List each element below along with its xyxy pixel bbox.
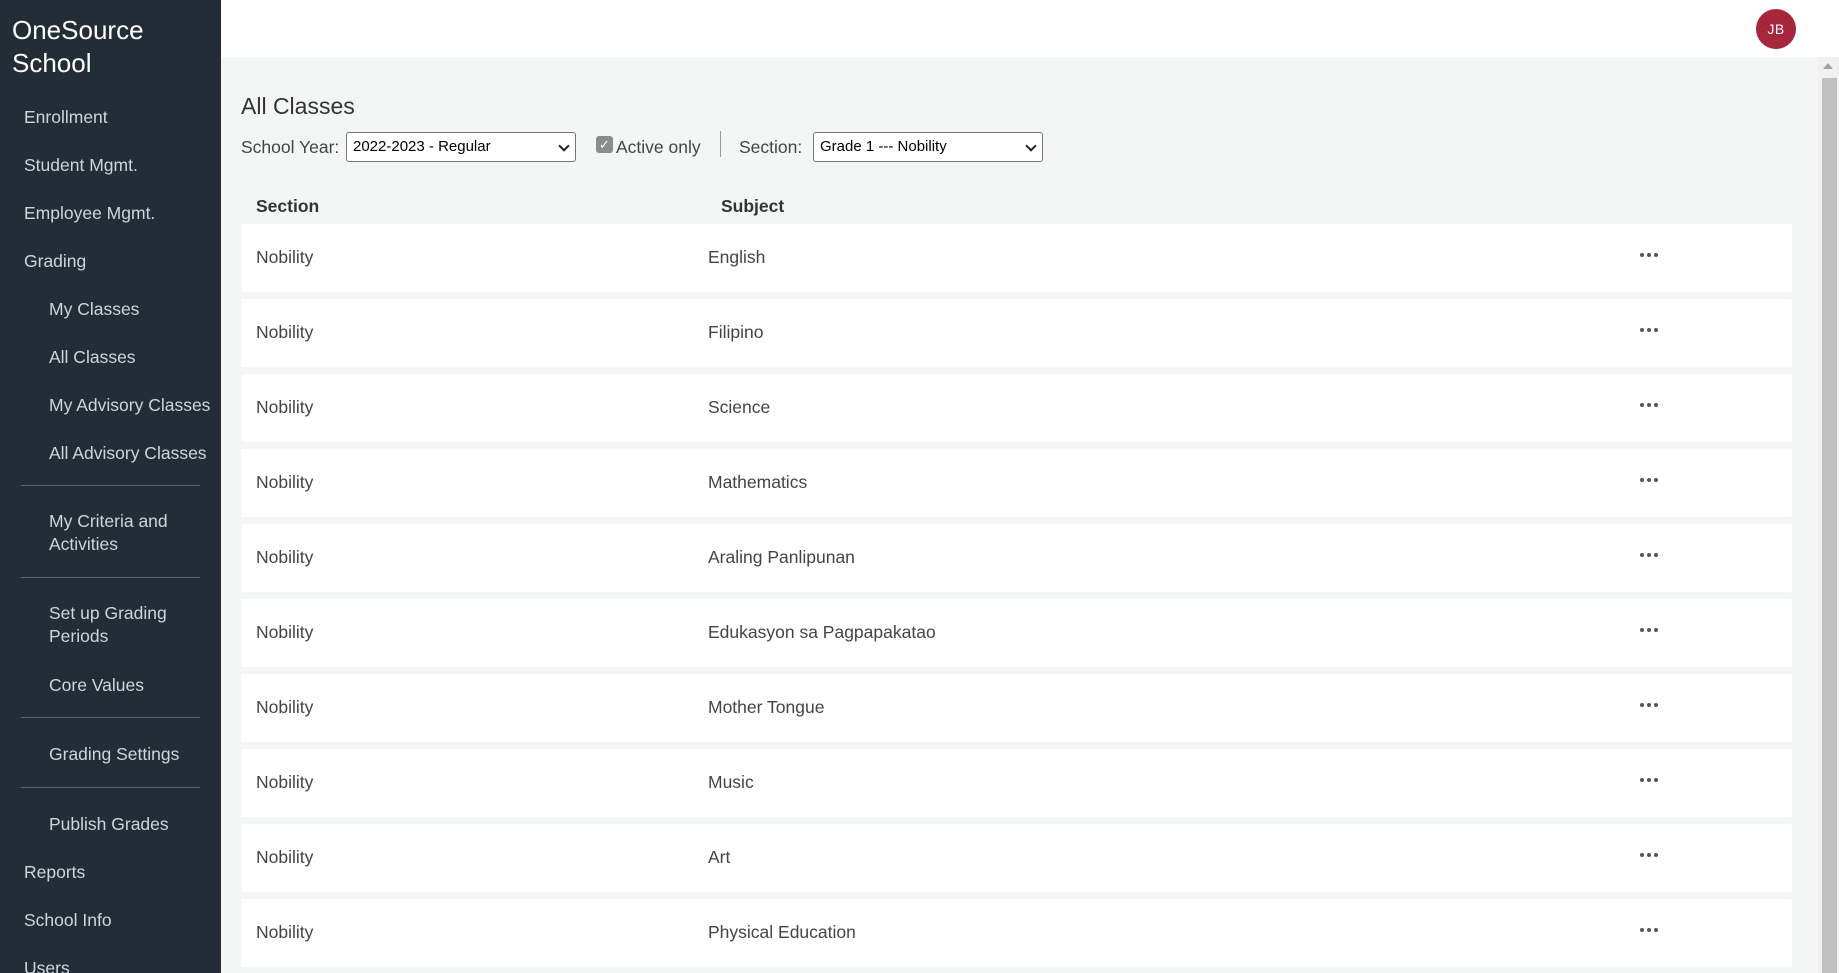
more-horizontal-icon[interactable] [1640,778,1658,782]
sidebar-divider [21,577,200,578]
subject-cell: Mother Tongue [708,697,825,717]
scrollbar-thumb[interactable] [1822,78,1837,973]
sidebar-item-all-classes[interactable]: All Classes [49,346,136,368]
sidebar-divider [21,787,200,788]
page-title: All Classes [241,93,355,119]
section-cell: Nobility [256,847,314,867]
more-horizontal-icon[interactable] [1640,478,1658,482]
sidebar: OneSource School Enrollment Student Mgmt… [0,0,221,973]
more-horizontal-icon[interactable] [1640,253,1658,257]
school-year-select-value: 2022-2023 - Regular [353,138,491,155]
more-horizontal-icon[interactable] [1640,703,1658,707]
section-label: Section: [739,137,803,157]
active-only-label[interactable]: Active only [616,136,701,158]
subject-cell: Filipino [708,322,764,342]
more-horizontal-icon[interactable] [1640,928,1658,932]
section-cell: Nobility [256,397,314,417]
sidebar-item-enrollment[interactable]: Enrollment [24,106,108,128]
section-cell: Nobility [256,322,314,342]
sidebar-divider [21,717,200,718]
sidebar-item-my-classes[interactable]: My Classes [49,298,139,320]
section-select[interactable]: Grade 1 --- Nobility [813,132,1043,162]
sidebar-item-reports[interactable]: Reports [24,861,85,883]
sidebar-item-my-advisory-classes[interactable]: My Advisory Classes [49,394,210,416]
sidebar-item-all-advisory-classes[interactable]: All Advisory Classes [49,442,207,464]
more-horizontal-icon[interactable] [1640,853,1658,857]
section-cell: Nobility [256,547,314,567]
subject-cell: Art [708,847,731,867]
more-horizontal-icon[interactable] [1640,328,1658,332]
chevron-down-icon [558,140,570,152]
column-header-subject[interactable]: Subject [721,196,784,217]
sidebar-item-school-info[interactable]: School Info [24,909,112,931]
sidebar-item-core-values[interactable]: Core Values [49,674,144,696]
sidebar-item-student-mgmt[interactable]: Student Mgmt. [24,154,138,176]
section-cell: Nobility [256,472,314,492]
table-row[interactable]: Nobility Edukasyon sa Pagpapakatao [241,599,1792,667]
sidebar-divider [21,485,200,486]
subject-cell: Mathematics [708,472,808,492]
sidebar-item-employee-mgmt[interactable]: Employee Mgmt. [24,202,155,224]
section-cell: Nobility [256,772,314,792]
table-row[interactable]: Nobility Filipino [241,299,1792,367]
section-cell: Nobility [256,922,314,942]
section-cell: Nobility [256,697,314,717]
school-year-label: School Year: [241,137,340,157]
sidebar-item-my-criteria[interactable]: My Criteria and Activities [49,510,209,556]
section-cell: Nobility [256,247,314,267]
table-row[interactable]: Nobility Science [241,374,1792,442]
table-row[interactable]: Nobility Physical Education [241,899,1792,967]
school-year-select[interactable]: 2022-2023 - Regular [346,132,576,162]
user-avatar[interactable]: JB [1756,9,1796,49]
active-only-checkbox[interactable]: ✓ [596,136,613,153]
subject-cell: English [708,247,766,267]
column-header-section[interactable]: Section [256,196,319,217]
more-horizontal-icon[interactable] [1640,553,1658,557]
table-row[interactable]: Nobility Art [241,824,1792,892]
sidebar-item-grading[interactable]: Grading [24,250,86,272]
table-row[interactable]: Nobility Music [241,749,1792,817]
subject-cell: Araling Panlipunan [708,547,855,567]
section-cell: Nobility [256,622,314,642]
chevron-down-icon [1025,140,1037,152]
sidebar-item-grading-periods[interactable]: Set up Grading Periods [49,602,209,648]
scroll-up-icon[interactable] [1823,63,1833,69]
table-row[interactable]: Nobility Araling Panlipunan [241,524,1792,592]
sidebar-item-grading-settings[interactable]: Grading Settings [49,743,179,765]
table-row[interactable]: Nobility English [241,224,1792,292]
subject-cell: Science [708,397,771,417]
check-icon: ✓ [599,137,610,152]
app-brand[interactable]: OneSource School [12,14,212,80]
subject-cell: Physical Education [708,922,856,942]
subject-cell: Edukasyon sa Pagpapakatao [708,622,936,642]
subject-cell: Music [708,772,754,792]
table-row[interactable]: Nobility Mathematics [241,449,1792,517]
filter-divider [720,131,721,157]
sidebar-item-publish-grades[interactable]: Publish Grades [49,813,169,835]
more-horizontal-icon[interactable] [1640,403,1658,407]
table-row[interactable]: Nobility Mother Tongue [241,674,1792,742]
more-horizontal-icon[interactable] [1640,628,1658,632]
sidebar-item-users[interactable]: Users [24,957,70,973]
section-select-value: Grade 1 --- Nobility [820,138,947,155]
top-bar [221,0,1839,57]
